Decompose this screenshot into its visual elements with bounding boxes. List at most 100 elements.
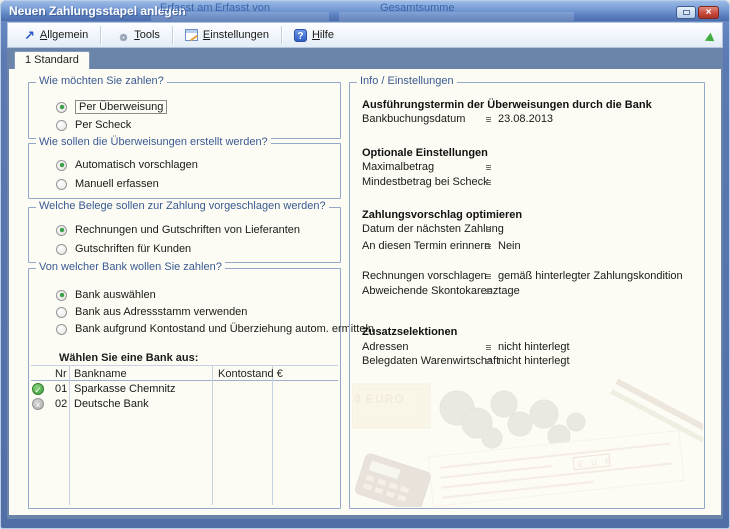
info-label: Bankbuchungsdatum bbox=[362, 113, 465, 125]
section-heading: Optionale Einstellungen bbox=[362, 147, 698, 161]
bank-table-caption: Wählen Sie eine Bank aus: bbox=[59, 352, 198, 364]
info-label: Abweichende Skontokarenztage bbox=[362, 285, 520, 297]
radio-icon[interactable] bbox=[56, 102, 67, 113]
info-label: Mindestbetrag bei Scheck bbox=[362, 176, 489, 188]
hilfe-label: Hilfe bbox=[312, 29, 334, 41]
toolbar: ↗ Allgemein Tools Einstellungen ? Hilfe bbox=[7, 22, 723, 48]
allgemein-button[interactable]: ↗ Allgemein bbox=[18, 27, 94, 44]
info-value: gemäß hinterlegter Zahlungskondition bbox=[498, 270, 683, 282]
run-gear-icon[interactable] bbox=[696, 27, 714, 43]
northeast-arrow-icon: ↗ bbox=[24, 29, 35, 42]
equals-marker-icon bbox=[486, 244, 491, 249]
radio-label: Per Scheck bbox=[75, 119, 131, 131]
tools-button[interactable]: Tools bbox=[107, 26, 166, 44]
einstellungen-label: Einstellungen bbox=[203, 29, 269, 41]
tab-standard[interactable]: 1 Standard bbox=[14, 51, 90, 69]
group-document-selection: Welche Belege sollen zur Zahlung vorgesc… bbox=[28, 207, 341, 263]
info-row-datum-naechste-zahlung[interactable]: Datum der nächsten Zahlung bbox=[362, 223, 698, 237]
table-header-underline bbox=[31, 380, 338, 381]
section-heading: Ausführungstermin der Überweisungen durc… bbox=[362, 99, 698, 113]
einstellungen-button[interactable]: Einstellungen bbox=[179, 27, 275, 43]
workspace: 1 Standard Wie möchten Sie zahlen? Per Ü… bbox=[7, 48, 723, 519]
info-value: 23.08.2013 bbox=[498, 113, 553, 125]
group-title: Wie möchten Sie zahlen? bbox=[36, 75, 167, 87]
restore-icon bbox=[683, 10, 690, 15]
money-watermark: 0 EURO E U R bbox=[352, 378, 703, 507]
radio-icon[interactable] bbox=[56, 160, 67, 171]
column-header-nr[interactable]: Nr bbox=[55, 368, 67, 380]
tools-label: Tools bbox=[134, 29, 160, 41]
group-creation-mode: Wie sollen die Überweisungen erstellt we… bbox=[28, 143, 341, 199]
table-column-line bbox=[69, 366, 70, 505]
info-label: Datum der nächsten Zahlung bbox=[362, 223, 504, 235]
column-header-kontostand[interactable]: Kontostand € bbox=[218, 368, 283, 380]
radio-per-ueberweisung[interactable]: Per Überweisung bbox=[56, 100, 167, 114]
radio-label: Automatisch vorschlagen bbox=[75, 159, 198, 171]
info-row-termin-erinnern[interactable]: An diesen Termin erinnern Nein bbox=[362, 240, 698, 254]
ghost-column-erfasst-von: Erfasst von bbox=[215, 2, 270, 14]
toolbar-separator bbox=[172, 26, 173, 44]
content-panel: Wie möchten Sie zahlen? Per Überweisung … bbox=[9, 69, 721, 515]
info-row-mindestbetrag[interactable]: Mindestbetrag bei Scheck bbox=[362, 176, 698, 190]
equals-marker-icon bbox=[486, 227, 491, 232]
group-title: Wie sollen die Überweisungen erstellt we… bbox=[36, 136, 271, 148]
radio-label: Rechnungen und Gutschriften von Lieferan… bbox=[75, 224, 300, 236]
group-info-einstellungen: Info / Einstellungen Ausführungstermin d… bbox=[349, 82, 705, 509]
radio-rechnungen-lieferanten[interactable]: Rechnungen und Gutschriften von Lieferan… bbox=[56, 223, 300, 237]
radio-bank-auswaehlen[interactable]: Bank auswählen bbox=[56, 288, 156, 302]
info-row-skontokarenztage[interactable]: Abweichende Skontokarenztage bbox=[362, 285, 698, 299]
help-question-icon: ? bbox=[294, 29, 307, 42]
table-header-topline bbox=[31, 365, 338, 366]
radio-label: Per Überweisung bbox=[75, 100, 167, 114]
radio-bank-adressstamm[interactable]: Bank aus Adressstamm verwenden bbox=[56, 305, 247, 319]
info-label: Maximalbetrag bbox=[362, 161, 434, 173]
radio-label: Bank aufgrund Kontostand und Überziehung… bbox=[75, 323, 374, 335]
allgemein-label: Allgemein bbox=[40, 29, 88, 41]
info-label: Adressen bbox=[362, 341, 408, 353]
hilfe-button[interactable]: ? Hilfe bbox=[288, 27, 340, 44]
dialog-window: Neuen Zahlungsstapel anlegen Erfasst am … bbox=[0, 0, 730, 529]
radio-icon[interactable] bbox=[56, 290, 67, 301]
radio-icon[interactable] bbox=[56, 307, 67, 318]
radio-label: Gutschriften für Kunden bbox=[75, 243, 191, 255]
equals-marker-icon bbox=[486, 180, 491, 185]
radio-icon[interactable] bbox=[56, 244, 67, 255]
settings-form-icon bbox=[185, 29, 198, 41]
equals-marker-icon bbox=[486, 165, 491, 170]
group-title: Welche Belege sollen zur Zahlung vorgesc… bbox=[36, 200, 329, 212]
info-label: An diesen Termin erinnern bbox=[362, 240, 490, 252]
radio-label: Bank auswählen bbox=[75, 289, 156, 301]
info-row-adressen[interactable]: Adressen nicht hinterlegt bbox=[362, 341, 698, 355]
section-heading: Zahlungsvorschlag optimieren bbox=[362, 209, 698, 223]
title-bar[interactable]: Neuen Zahlungsstapel anlegen Erfasst am … bbox=[1, 1, 729, 21]
table-column-line bbox=[212, 366, 213, 505]
group-title: Info / Einstellungen bbox=[357, 75, 457, 87]
close-button[interactable]: × bbox=[698, 6, 719, 19]
radio-bank-kontostand[interactable]: Bank aufgrund Kontostand und Überziehung… bbox=[56, 322, 374, 336]
radio-automatisch[interactable]: Automatisch vorschlagen bbox=[56, 158, 198, 172]
section-heading: Zusatzselektionen bbox=[362, 326, 698, 340]
green-arrow-icon bbox=[705, 33, 717, 46]
radio-icon[interactable] bbox=[56, 179, 67, 190]
radio-icon[interactable] bbox=[56, 120, 67, 131]
radio-icon[interactable] bbox=[56, 324, 67, 335]
radio-per-scheck[interactable]: Per Scheck bbox=[56, 118, 131, 132]
ghost-grid-band bbox=[339, 12, 574, 21]
restore-button[interactable] bbox=[676, 6, 696, 19]
info-row-bankbuchungsdatum[interactable]: Bankbuchungsdatum 23.08.2013 bbox=[362, 113, 698, 127]
info-row-maximalbetrag[interactable]: Maximalbetrag bbox=[362, 161, 698, 175]
group-title: Von welcher Bank wollen Sie zahlen? bbox=[36, 261, 225, 273]
radio-icon[interactable] bbox=[56, 225, 67, 236]
radio-manuell[interactable]: Manuell erfassen bbox=[56, 177, 159, 191]
info-value: nicht hinterlegt bbox=[498, 341, 570, 353]
info-row-belegdaten[interactable]: Belegdaten Warenwirtschaft nicht hinterl… bbox=[362, 355, 698, 369]
cell-nr: 01 bbox=[55, 383, 67, 395]
radio-gutschriften-kunden[interactable]: Gutschriften für Kunden bbox=[56, 242, 191, 256]
info-value: Nein bbox=[498, 240, 521, 252]
info-row-rechnungen-vorschlagen[interactable]: Rechnungen vorschlagen gemäß hinterlegte… bbox=[362, 270, 698, 284]
equals-marker-icon bbox=[486, 289, 491, 294]
cell-bankname: Deutsche Bank bbox=[74, 398, 149, 410]
ghost-column-erfasst-am: Erfasst am bbox=[160, 2, 213, 14]
column-header-bankname[interactable]: Bankname bbox=[74, 368, 127, 380]
equals-marker-icon bbox=[486, 117, 491, 122]
